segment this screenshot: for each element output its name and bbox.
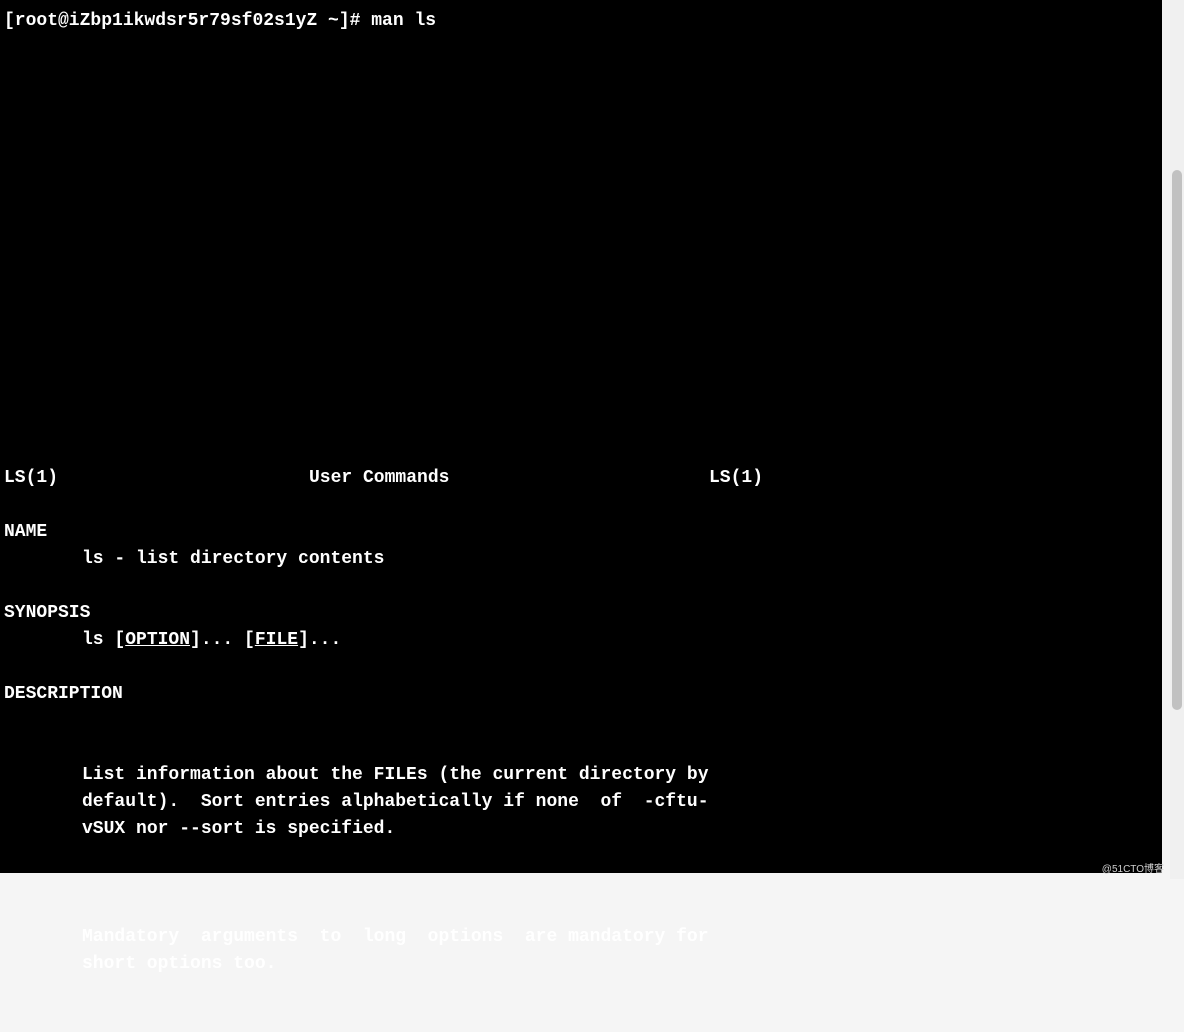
synopsis-bracket-open1: [	[104, 630, 126, 650]
manpage-content: LS(1) User Commands LS(1) NAME ls - list…	[4, 465, 1158, 1032]
section-content-synopsis: ls [OPTION]... [FILE]...	[4, 627, 1158, 654]
shell-prompt-line: [root@iZbp1ikwdsr5r79sf02s1yZ ~]# man ls	[4, 8, 1158, 35]
synopsis-file: FILE	[255, 630, 298, 650]
desc-text-a: List information about the FILEs (the cu…	[82, 765, 709, 812]
section-heading-description: DESCRIPTION	[4, 681, 1158, 708]
watermark-text: @51CTO博客	[1102, 860, 1164, 875]
section-content-description: List information about the FILEs (the cu…	[4, 708, 1158, 1032]
section-heading-synopsis: SYNOPSIS	[4, 600, 1158, 627]
scrollbar-thumb[interactable]	[1172, 170, 1182, 710]
section-content-name: ls - list directory contents	[4, 546, 1158, 573]
description-para-1: List information about the FILEs (the cu…	[82, 762, 1158, 843]
manpage-header-right: LS(1)	[709, 465, 1158, 492]
manpage-header-left: LS(1)	[4, 465, 309, 492]
section-heading-name: NAME	[4, 519, 1158, 546]
synopsis-bracket-close2: ]...	[298, 630, 341, 650]
desc-text-c: nor	[125, 819, 179, 839]
synopsis-bracket-close1: ]... [	[190, 630, 255, 650]
desc-flag-sort: --sort	[179, 819, 244, 839]
synopsis-cmd: ls	[82, 630, 104, 650]
scrollbar-track[interactable]	[1170, 0, 1184, 879]
manpage-header-row: LS(1) User Commands LS(1)	[4, 465, 1158, 492]
terminal-window[interactable]: [root@iZbp1ikwdsr5r79sf02s1yZ ~]# man ls…	[0, 0, 1162, 873]
description-para-2: Mandatory arguments to long options are …	[82, 924, 1158, 978]
manpage-header-center: User Commands	[309, 465, 709, 492]
synopsis-option: OPTION	[125, 630, 190, 650]
desc-text-e: is specified.	[244, 819, 395, 839]
